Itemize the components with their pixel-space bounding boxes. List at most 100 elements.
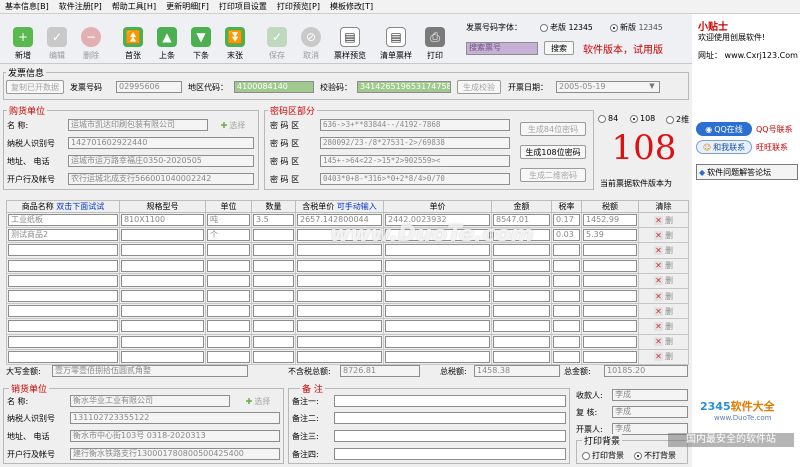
row-5-unit-field[interactable] <box>207 274 250 287</box>
row-10-delete-button[interactable]: ✕ 删 <box>640 351 687 362</box>
buyer-select-button[interactable]: ✚ 选择 <box>212 118 254 132</box>
row-8-price-field[interactable] <box>385 320 490 333</box>
row-8-name-field[interactable] <box>8 320 118 333</box>
check-code-field[interactable]: 34142651965317475802 <box>357 81 451 93</box>
copy-data-button[interactable]: 复制已开数据 <box>6 80 64 94</box>
row-8-amount-field[interactable] <box>493 320 550 333</box>
row-2-tax-field[interactable]: 5.39 <box>583 229 637 242</box>
new-font-option[interactable]: 新版 12345 <box>610 22 663 33</box>
row-6-price-field[interactable] <box>385 290 490 303</box>
last-button[interactable]: ⏬ 末张 <box>220 17 250 61</box>
faq-forum-button[interactable]: ◆ 软件问题解答论坛 <box>696 164 798 180</box>
print-bg-on-radio[interactable] <box>582 451 590 460</box>
row-5-amount-field[interactable] <box>493 274 550 287</box>
row-10-qty-field[interactable] <box>253 350 294 363</box>
dropdown-arrow-icon[interactable]: ▼ <box>646 82 658 92</box>
reviewer-field[interactable]: 李成 <box>612 406 688 418</box>
amount-words-field[interactable]: 壹万零壹佰捌拾伍圆贰角整 <box>52 365 248 377</box>
password-row-1[interactable]: 636->3+**83844--/4192-7868 <box>320 119 510 131</box>
row-5-qty-field[interactable] <box>253 274 294 287</box>
row-4-tax-field[interactable] <box>583 259 637 272</box>
row-6-tax-price-field[interactable] <box>297 290 382 303</box>
row-6-tax-field[interactable] <box>583 290 637 303</box>
option-84[interactable]: 84 <box>598 114 618 123</box>
row-8-rate-field[interactable] <box>553 320 580 333</box>
receiver-field[interactable]: 李成 <box>612 389 688 401</box>
print-bg-on-option[interactable]: 打印背景 <box>582 450 624 461</box>
row-9-tax-field[interactable] <box>583 335 637 348</box>
delete-button[interactable]: − 删除 <box>76 17 106 61</box>
buyer-bank-field[interactable]: 农行运城北成支行566001040002242 <box>68 173 254 185</box>
radio-2d[interactable] <box>666 115 674 124</box>
buyer-name-field[interactable]: 运城市凯达印刷包装有限公司 <box>68 119 208 131</box>
password-row-4[interactable]: 0403*0+8-*316>*0+2*8/4>0/70 <box>320 173 510 185</box>
row-2-spec-field[interactable] <box>121 229 204 242</box>
password-row-2[interactable]: 280092/23-/8*27531-2>/69838 <box>320 137 510 149</box>
qq-online-button[interactable]: ◉ QQ在线 <box>696 122 752 136</box>
print-bg-off-option[interactable]: 不打背景 <box>634 450 676 461</box>
seller-tax-field[interactable]: 131102723355122 <box>70 412 280 424</box>
row-9-unit-field[interactable] <box>207 335 250 348</box>
area-code-field[interactable]: 4100084140 <box>234 81 314 93</box>
row-5-name-field[interactable] <box>8 274 118 287</box>
row-9-spec-field[interactable] <box>121 335 204 348</box>
invoice-no-field[interactable]: 02995606 <box>116 81 182 93</box>
buyer-tax-field[interactable]: 142701602922440 <box>68 137 254 149</box>
row-4-spec-field[interactable] <box>121 259 204 272</box>
row-1-unit-field[interactable]: 吨 <box>207 214 250 227</box>
grand-total-field[interactable]: 10185.20 <box>604 365 688 377</box>
date-field[interactable]: 2005-05-19 <box>556 81 660 93</box>
note-4-field[interactable] <box>334 448 566 460</box>
generate-108-button[interactable]: 生成108位密码 <box>520 145 586 159</box>
edit-button[interactable]: ✓ 编辑 <box>42 17 72 61</box>
row-8-unit-field[interactable] <box>207 320 250 333</box>
row-10-tax-field[interactable] <box>583 350 637 363</box>
row-8-delete-button[interactable]: ✕ 删 <box>640 321 687 332</box>
row-7-tax-field[interactable] <box>583 305 637 318</box>
row-2-name-field[interactable]: 测试商品2 <box>8 229 118 242</box>
total-tax-field[interactable]: 1458.38 <box>474 365 560 377</box>
row-3-rate-field[interactable] <box>553 244 580 257</box>
row-4-rate-field[interactable] <box>553 259 580 272</box>
row-1-rate-field[interactable]: 0.17 <box>553 214 580 227</box>
row-9-amount-field[interactable] <box>493 335 550 348</box>
row-4-name-field[interactable] <box>8 259 118 272</box>
row-7-amount-field[interactable] <box>493 305 550 318</box>
first-button[interactable]: ⏫ 首张 <box>118 17 148 61</box>
row-1-tax-field[interactable]: 1452.99 <box>583 214 637 227</box>
row-9-price-field[interactable] <box>385 335 490 348</box>
seller-name-field[interactable]: 衡水华业工业有限公司 <box>70 395 230 407</box>
row-8-spec-field[interactable] <box>121 320 204 333</box>
option-108[interactable]: 108 <box>630 114 655 123</box>
row-6-qty-field[interactable] <box>253 290 294 303</box>
old-font-option[interactable]: 老版 12345 <box>540 22 593 33</box>
print-button[interactable]: ⎙ 打印 <box>420 17 450 61</box>
next-button[interactable]: ▼ 下条 <box>186 17 216 61</box>
row-8-qty-field[interactable] <box>253 320 294 333</box>
row-4-qty-field[interactable] <box>253 259 294 272</box>
row-7-delete-button[interactable]: ✕ 删 <box>640 306 687 317</box>
row-1-qty-field[interactable]: 3.5 <box>253 214 294 227</box>
cancel-button[interactable]: ⊘ 取消 <box>296 17 326 61</box>
row-3-tax-field[interactable] <box>583 244 637 257</box>
seller-bank-field[interactable]: 建行衡水铁路支行130001780800500425400 <box>70 448 280 460</box>
radio-108[interactable] <box>630 114 638 123</box>
row-7-name-field[interactable] <box>8 305 118 318</box>
row-3-delete-button[interactable]: ✕ 删 <box>640 245 687 256</box>
menu-print-settings[interactable]: 打印项目设置 <box>214 1 272 12</box>
row-10-price-field[interactable] <box>385 350 490 363</box>
row-7-rate-field[interactable] <box>553 305 580 318</box>
row-2-qty-field[interactable] <box>253 229 294 242</box>
row-1-spec-field[interactable]: 810X1100 <box>121 214 204 227</box>
password-row-3[interactable]: 145+->64<22->15*2>902559>< <box>320 155 510 167</box>
row-7-price-field[interactable] <box>385 305 490 318</box>
website-text[interactable]: 网址： www.Cxrj123.Com <box>698 50 798 61</box>
row-8-tax-field[interactable] <box>583 320 637 333</box>
row-6-name-field[interactable] <box>8 290 118 303</box>
menu-update-log[interactable]: 更新明细[F] <box>161 1 214 12</box>
row-5-rate-field[interactable] <box>553 274 580 287</box>
row-5-tax-field[interactable] <box>583 274 637 287</box>
row-10-rate-field[interactable] <box>553 350 580 363</box>
menu-template-edit[interactable]: 模板修改[T] <box>325 1 378 12</box>
row-7-qty-field[interactable] <box>253 305 294 318</box>
